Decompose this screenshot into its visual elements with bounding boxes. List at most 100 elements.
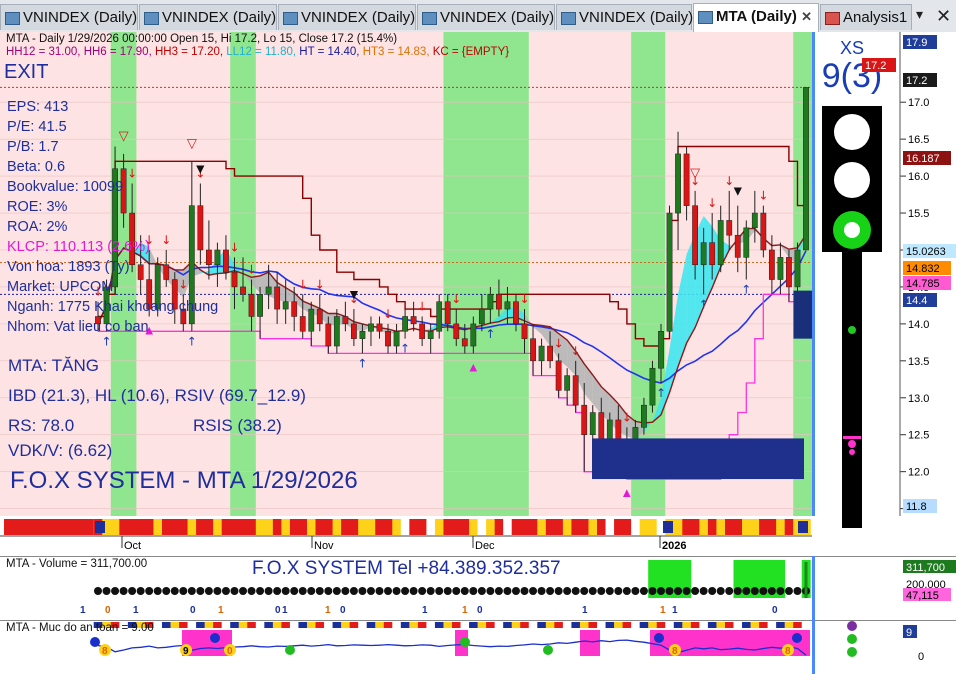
safety-strip: [742, 622, 751, 628]
window-menu-icon[interactable]: ▾: [916, 6, 923, 23]
status-cell: [213, 519, 223, 535]
safety-strip: [196, 622, 206, 628]
candle: [427, 331, 434, 339]
status-cell: [426, 519, 436, 535]
fox-banner: F.O.X SYSTEM Tel +84.389.352.357: [252, 558, 561, 579]
candle: [564, 375, 571, 391]
price-badge-label: 14.4: [906, 295, 927, 307]
fund-bookvalue: Bookvalue: 10099: [7, 179, 124, 195]
tab-vnindex-4[interactable]: VNINDEX (Daily): [417, 4, 555, 30]
volume-dot: [324, 587, 333, 595]
price-tick-label: 12.5: [908, 430, 929, 442]
volume-dot: [793, 587, 802, 595]
status-cell: [238, 519, 248, 535]
candle: [282, 301, 289, 310]
tab-vnindex-5[interactable]: VNINDEX (Daily): [556, 4, 693, 30]
fund-klcp: KLCP: 110.113 (2.6%): [7, 239, 150, 255]
time-tick-label: Oct: [124, 540, 141, 552]
status-cell: [170, 519, 180, 535]
safety-strip: [161, 622, 171, 628]
volume-dot: [179, 587, 188, 595]
close-tab-icon[interactable]: ✕: [801, 4, 812, 30]
marker-number: 0: [340, 605, 346, 616]
candle: [385, 331, 391, 347]
safety-strip: [520, 622, 530, 628]
candle: [248, 294, 255, 317]
level-hh6: HH6 = 17.90,: [83, 46, 152, 58]
status-cell: [452, 519, 462, 535]
safety-strip: [460, 622, 470, 628]
marker-number: 0: [105, 605, 111, 616]
tab-vnindex-3[interactable]: VNINDEX (Daily): [278, 4, 416, 30]
candle: [572, 375, 579, 406]
fundamentals-panel: EPS: 413 P/E: 41.5 P/B: 1.7 Beta: 0.6 Bo…: [7, 97, 218, 337]
volume-dot: [239, 587, 248, 595]
tab-vnindex-2[interactable]: VNINDEX (Daily): [139, 4, 277, 30]
volume-dot: [759, 587, 768, 595]
safety-strip: [170, 622, 180, 628]
levels-line: HH12 = 31.00, HH6 = 17.90, HH3 = 17.20, …: [6, 46, 509, 58]
time-tick-label: Dec: [475, 540, 495, 552]
candle: [683, 153, 690, 206]
fund-roe: ROE: 3%: [7, 199, 68, 215]
candle: [436, 301, 443, 332]
status-cell: [469, 519, 479, 535]
candle: [751, 212, 758, 229]
volume-dot: [221, 587, 230, 595]
status-cell: [383, 519, 393, 535]
status-cell: [614, 519, 624, 535]
safety-strip: [665, 622, 675, 628]
analysis-icon: [825, 12, 840, 25]
status-cell: [289, 519, 299, 535]
volume-dot: [742, 587, 751, 595]
safety-marker-label: 0: [227, 646, 233, 657]
volume-dot: [162, 587, 171, 595]
light-top: [834, 114, 870, 150]
safety-dot: [792, 633, 802, 643]
candle: [325, 323, 332, 347]
green-zone: [443, 32, 529, 516]
level-hh12: HH12 = 31.00,: [6, 46, 81, 58]
candle: [598, 412, 605, 443]
down-arrow-icon: ↓: [519, 292, 529, 306]
safety-strip: [349, 622, 359, 628]
status-cell: [375, 519, 385, 535]
status-cell: [537, 519, 547, 535]
safety-strip: [537, 622, 547, 628]
support-zone-box: [592, 438, 804, 480]
close-window-icon[interactable]: ✕: [936, 6, 951, 27]
level-ht3: HT3 = 14.83,: [362, 46, 430, 58]
status-cell: [707, 519, 717, 535]
tab-mta-daily[interactable]: MTA (Daily) ✕: [693, 3, 819, 32]
fund-nhom: Nhom: Vat lieu co ban: [7, 319, 149, 335]
safety-strip: [631, 622, 641, 628]
down-arrow-icon: ↓: [229, 240, 239, 254]
status-cell: [417, 519, 427, 535]
safety-strip: [213, 622, 223, 628]
status-mark: [798, 521, 808, 533]
safety-strip: [622, 622, 632, 628]
candle: [419, 323, 426, 339]
volume-badge-label: 47,115: [906, 590, 939, 602]
chart-icon: [283, 12, 298, 25]
chart-icon: [422, 12, 437, 25]
candle: [734, 234, 741, 258]
safety-status-dot: [847, 647, 857, 657]
up-arrow-icon: ↑: [485, 327, 495, 341]
volume-dot: [332, 587, 341, 595]
tab-analysis1[interactable]: Analysis1: [820, 4, 912, 30]
safety-strip: [443, 622, 453, 628]
safety-strip: [221, 622, 231, 628]
safety-strip: [306, 622, 316, 628]
safety-dot: [460, 637, 470, 647]
safety-strip: [554, 622, 564, 628]
candle: [240, 286, 246, 295]
safety-strip: [366, 622, 376, 628]
tab-vnindex-1[interactable]: VNINDEX (Daily): [0, 4, 138, 30]
safety-strip: [759, 622, 769, 628]
status-cell: [511, 519, 521, 535]
safety-strip: [503, 622, 513, 628]
level-ll12: LL12 = 11.80,: [226, 46, 297, 58]
safety-strip: [656, 622, 666, 628]
candle: [496, 294, 502, 310]
